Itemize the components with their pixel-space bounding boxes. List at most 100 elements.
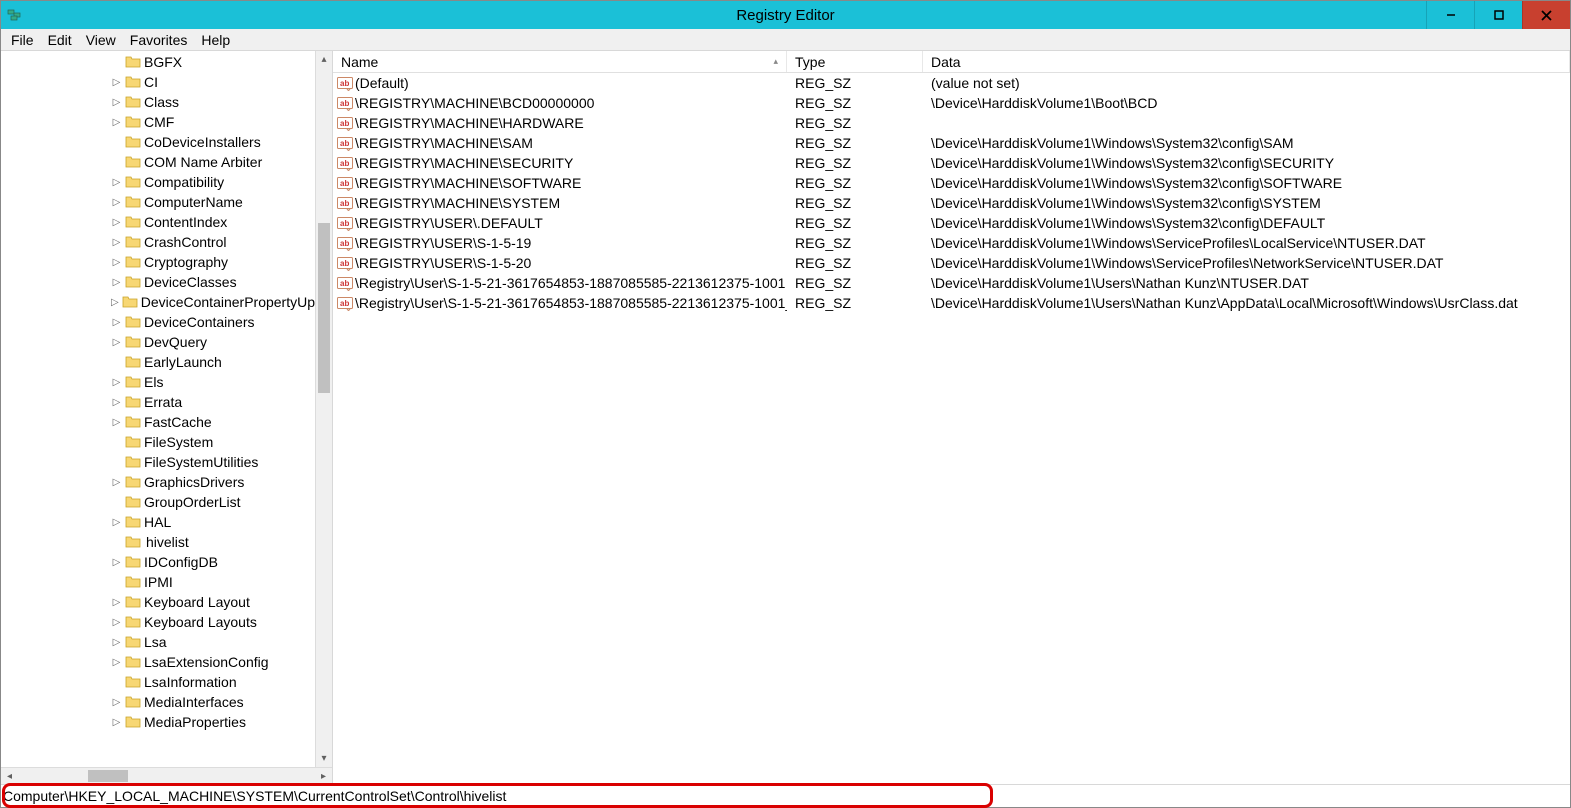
expand-icon[interactable]: ▷ (111, 297, 119, 308)
menu-help[interactable]: Help (195, 31, 236, 49)
expand-icon[interactable]: ▷ (111, 657, 122, 668)
tree-item[interactable]: ▷DeviceContainers (111, 312, 332, 332)
folder-icon (125, 635, 141, 649)
expand-icon[interactable]: ▷ (111, 257, 122, 268)
tree-item[interactable]: ▷DeviceContainerPropertyUpdateEvents (111, 292, 332, 312)
expand-icon[interactable]: ▷ (111, 417, 122, 428)
expand-icon[interactable]: ▷ (111, 117, 122, 128)
expand-icon[interactable]: ▷ (111, 337, 122, 348)
cell-type: REG_SZ (787, 275, 923, 291)
string-value-icon: ab (337, 275, 353, 291)
expand-icon[interactable]: ▷ (111, 617, 122, 628)
list-row[interactable]: ab\REGISTRY\USER\S-1-5-19REG_SZ\Device\H… (333, 233, 1570, 253)
list-row[interactable]: ab\REGISTRY\MACHINE\SECURITYREG_SZ\Devic… (333, 153, 1570, 173)
tree-item[interactable]: ▷HAL (111, 512, 332, 532)
tree-item[interactable]: ▷CrashControl (111, 232, 332, 252)
menu-view[interactable]: View (80, 31, 122, 49)
scroll-up-icon[interactable]: ▴ (316, 51, 332, 68)
tree-vertical-scrollbar[interactable]: ▴ ▾ (315, 51, 332, 767)
expand-icon[interactable]: ▷ (111, 397, 122, 408)
expand-icon[interactable]: ▷ (111, 517, 122, 528)
list-body[interactable]: ab(Default)REG_SZ(value not set)ab\REGIS… (333, 73, 1570, 784)
list-row[interactable]: ab\REGISTRY\MACHINE\BCD00000000REG_SZ\De… (333, 93, 1570, 113)
tree-item[interactable]: EarlyLaunch (111, 352, 332, 372)
expand-icon[interactable]: ▷ (111, 97, 122, 108)
scroll-right-icon[interactable]: ▸ (315, 768, 332, 784)
expand-icon[interactable]: ▷ (111, 197, 122, 208)
maximize-button[interactable] (1474, 1, 1522, 29)
tree-item[interactable]: CoDeviceInstallers (111, 132, 332, 152)
tree-item[interactable]: hivelist (111, 532, 332, 552)
expand-icon[interactable]: ▷ (111, 317, 122, 328)
expand-icon[interactable]: ▷ (111, 237, 122, 248)
list-row[interactable]: ab\REGISTRY\USER\S-1-5-20REG_SZ\Device\H… (333, 253, 1570, 273)
expand-icon[interactable]: ▷ (111, 77, 122, 88)
scroll-left-icon[interactable]: ◂ (1, 768, 18, 784)
scroll-thumb[interactable] (88, 770, 128, 782)
tree-item[interactable]: ▷DevQuery (111, 332, 332, 352)
scroll-track[interactable] (18, 768, 315, 784)
menu-edit[interactable]: Edit (42, 31, 78, 49)
list-row[interactable]: ab\Registry\User\S-1-5-21-3617654853-188… (333, 273, 1570, 293)
list-row[interactable]: ab\REGISTRY\MACHINE\HARDWAREREG_SZ (333, 113, 1570, 133)
expand-icon[interactable]: ▷ (111, 277, 122, 288)
scroll-track[interactable] (316, 68, 332, 750)
title-bar[interactable]: Registry Editor (1, 1, 1570, 29)
close-button[interactable] (1522, 1, 1570, 29)
list-row[interactable]: ab\REGISTRY\MACHINE\SYSTEMREG_SZ\Device\… (333, 193, 1570, 213)
svg-text:ab: ab (340, 199, 349, 208)
menu-file[interactable]: File (5, 31, 40, 49)
expand-icon[interactable]: ▷ (111, 177, 122, 188)
minimize-button[interactable] (1426, 1, 1474, 29)
list-row[interactable]: ab\Registry\User\S-1-5-21-3617654853-188… (333, 293, 1570, 313)
expand-icon[interactable]: ▷ (111, 477, 122, 488)
tree-item[interactable]: ▷CI (111, 72, 332, 92)
list-row[interactable]: ab\REGISTRY\MACHINE\SOFTWAREREG_SZ\Devic… (333, 173, 1570, 193)
expand-icon[interactable]: ▷ (111, 377, 122, 388)
tree-item[interactable]: ▷Lsa (111, 632, 332, 652)
list-row[interactable]: ab\REGISTRY\MACHINE\SAMREG_SZ\Device\Har… (333, 133, 1570, 153)
tree-item[interactable]: ▷Cryptography (111, 252, 332, 272)
column-header-data[interactable]: Data (923, 51, 1570, 72)
tree-item[interactable]: ▷DeviceClasses (111, 272, 332, 292)
tree-scroll[interactable]: BGFX▷CI▷Class▷CMFCoDeviceInstallersCOM N… (1, 51, 332, 767)
tree-item[interactable]: FileSystem (111, 432, 332, 452)
tree-item[interactable]: ▷Keyboard Layouts (111, 612, 332, 632)
tree-item[interactable]: ▷IDConfigDB (111, 552, 332, 572)
tree-item[interactable]: ▷Keyboard Layout (111, 592, 332, 612)
tree-item[interactable]: COM Name Arbiter (111, 152, 332, 172)
expand-icon[interactable]: ▷ (111, 217, 122, 228)
tree-item[interactable]: GroupOrderList (111, 492, 332, 512)
tree-item[interactable]: BGFX (111, 52, 332, 72)
expand-icon[interactable]: ▷ (111, 637, 122, 648)
tree-item[interactable]: ▷MediaInterfaces (111, 692, 332, 712)
tree-item[interactable]: ▷Compatibility (111, 172, 332, 192)
column-header-name[interactable]: Name▴ (333, 51, 787, 72)
tree-item[interactable]: ▷Els (111, 372, 332, 392)
list-row[interactable]: ab(Default)REG_SZ(value not set) (333, 73, 1570, 93)
tree-item[interactable]: ▷CMF (111, 112, 332, 132)
tree-item[interactable]: ▷Errata (111, 392, 332, 412)
tree-item[interactable]: FileSystemUtilities (111, 452, 332, 472)
tree-item[interactable]: LsaInformation (111, 672, 332, 692)
menu-favorites[interactable]: Favorites (124, 31, 194, 49)
list-row[interactable]: ab\REGISTRY\USER\.DEFAULTREG_SZ\Device\H… (333, 213, 1570, 233)
expand-icon[interactable]: ▷ (111, 697, 122, 708)
scroll-down-icon[interactable]: ▾ (316, 750, 332, 767)
expand-icon[interactable]: ▷ (111, 557, 122, 568)
tree-item[interactable]: ▷ComputerName (111, 192, 332, 212)
tree-item[interactable]: ▷LsaExtensionConfig (111, 652, 332, 672)
expand-icon[interactable]: ▷ (111, 717, 122, 728)
tree-item[interactable]: IPMI (111, 572, 332, 592)
expand-icon[interactable]: ▷ (111, 597, 122, 608)
tree-item[interactable]: ▷GraphicsDrivers (111, 472, 332, 492)
tree-horizontal-scrollbar[interactable]: ◂ ▸ (1, 767, 332, 784)
value-name: \REGISTRY\MACHINE\SAM (355, 135, 533, 151)
tree-item[interactable]: ▷MediaProperties (111, 712, 332, 732)
scroll-thumb[interactable] (318, 223, 330, 393)
tree-item[interactable]: ▷Class (111, 92, 332, 112)
tree-item[interactable]: ▷FastCache (111, 412, 332, 432)
tree-item[interactable]: ▷ContentIndex (111, 212, 332, 232)
value-name: \REGISTRY\MACHINE\SOFTWARE (355, 175, 581, 191)
column-header-type[interactable]: Type (787, 51, 923, 72)
